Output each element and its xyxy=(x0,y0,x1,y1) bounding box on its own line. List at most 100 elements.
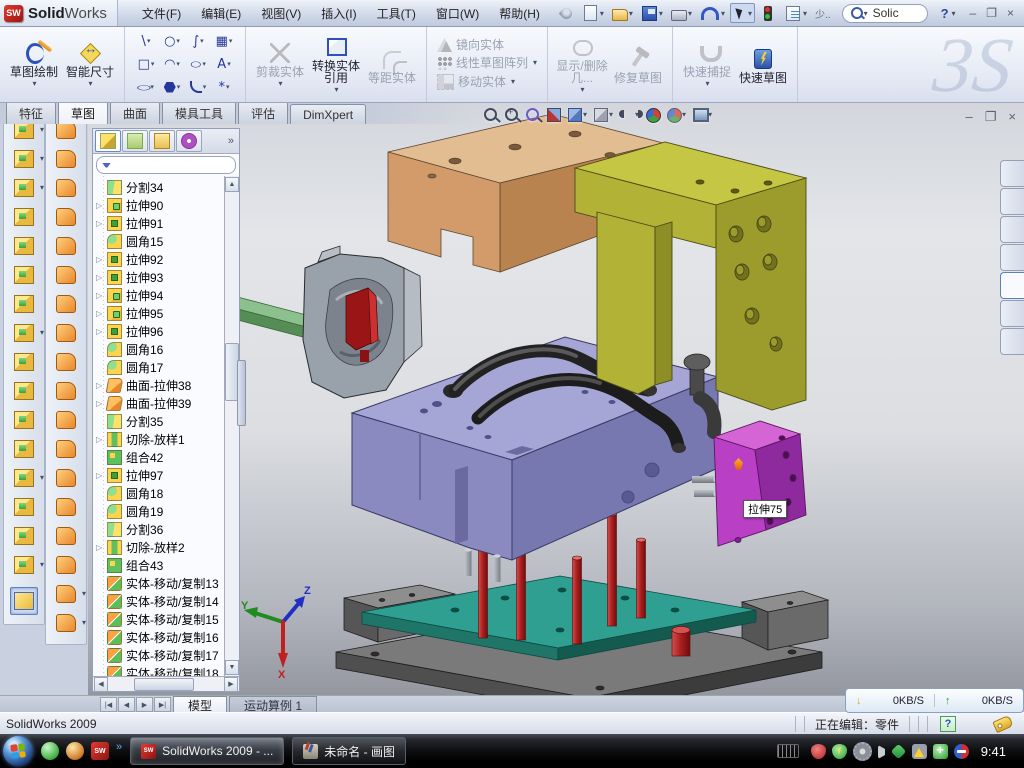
tray-antivirus-green-icon[interactable] xyxy=(832,744,847,759)
display-delete-relations-button[interactable]: 显示/删除几...▾ xyxy=(554,32,610,97)
tree-item[interactable]: ▷ 拉伸97 xyxy=(95,466,224,484)
surface-tool-button[interactable] xyxy=(52,435,80,463)
menu-item[interactable]: 窗口(W) xyxy=(426,2,489,25)
task-pane-tab[interactable] xyxy=(1000,272,1024,299)
tree-item[interactable]: ▷ 组合42 xyxy=(95,448,224,466)
linear-sketch-pattern-button[interactable]: 线性草图阵列▾ xyxy=(433,54,541,72)
scroll-down-button[interactable]: ▼ xyxy=(225,660,239,675)
pin-button[interactable] xyxy=(556,4,577,23)
tree-item[interactable]: ▷ 拉伸90 xyxy=(95,196,224,214)
panel-tabs-overflow[interactable]: » xyxy=(228,135,237,147)
tree-item[interactable]: ▷ 曲面-拉伸39 xyxy=(95,394,224,412)
menu-item[interactable]: 帮助(H) xyxy=(489,2,550,25)
doc-minimize-button[interactable]: – xyxy=(966,109,973,125)
menu-item[interactable]: 视图(V) xyxy=(251,2,311,25)
expand-arrow-icon[interactable]: ▷ xyxy=(96,309,105,318)
feature-tool-button[interactable] xyxy=(10,203,38,231)
tree-item[interactable]: ▷ 实体-移动/复制17 xyxy=(95,646,224,664)
tray-settings-icon[interactable] xyxy=(853,742,872,761)
sketch-entity-button[interactable]: \▾ xyxy=(133,30,159,53)
surface-tool-button[interactable] xyxy=(52,203,80,231)
task-pane-tab[interactable] xyxy=(1000,188,1024,215)
tree-item[interactable]: ▷ 圆角15 xyxy=(95,232,224,250)
feature-tool-button[interactable] xyxy=(10,377,38,405)
quick-tips-icon[interactable]: ? xyxy=(940,716,956,732)
surface-tool-button[interactable]: ▾ xyxy=(52,609,80,637)
quick-snaps-button[interactable]: 快速捕捉▾ xyxy=(679,38,735,91)
quicklaunch-app-icon[interactable] xyxy=(66,742,84,760)
tree-item[interactable]: ▷ 圆角17 xyxy=(95,358,224,376)
menu-item[interactable]: 插入(I) xyxy=(311,2,366,25)
tree-item[interactable]: ▷ 实体-移动/复制16 xyxy=(95,628,224,646)
display-style-icon[interactable]: ▾ xyxy=(593,107,613,122)
surface-tool-button[interactable] xyxy=(52,319,80,347)
tree-item[interactable]: ▷ 实体-移动/复制15 xyxy=(95,610,224,628)
task-pane-tab[interactable] xyxy=(1000,300,1024,327)
sketch-entity-button[interactable]: *▾ xyxy=(211,76,237,99)
surface-tool-button[interactable] xyxy=(52,551,80,579)
feature-tool-button[interactable] xyxy=(10,348,38,376)
tree-item[interactable]: ▷ 拉伸93 xyxy=(95,268,224,286)
expand-arrow-icon[interactable]: ▷ xyxy=(96,543,105,552)
print-button[interactable]: ▾ xyxy=(668,4,695,23)
tree-item[interactable]: ▷ 拉伸94 xyxy=(95,286,224,304)
view-settings-icon[interactable]: ▾ xyxy=(666,107,686,122)
instant3d-button[interactable] xyxy=(10,587,38,615)
surface-tool-button[interactable] xyxy=(52,174,80,202)
tree-filter-box[interactable] xyxy=(96,156,236,174)
scroll-left-button[interactable]: ◀ xyxy=(94,677,108,692)
feature-tool-button[interactable] xyxy=(10,406,38,434)
next-tab-button[interactable]: ▶ xyxy=(136,697,153,712)
move-entities-button[interactable]: 移动实体▾ xyxy=(433,72,519,92)
tree-item[interactable]: ▷ 拉伸96 xyxy=(95,322,224,340)
trim-entities-button[interactable]: 剪裁实体▾ xyxy=(252,38,308,91)
expand-arrow-icon[interactable]: ▷ xyxy=(96,201,105,210)
feature-tool-button[interactable] xyxy=(10,290,38,318)
quicklaunch-overflow[interactable]: » xyxy=(116,741,122,753)
camera-view-icon[interactable]: ▾ xyxy=(692,107,712,122)
tree-vertical-scrollbar[interactable]: ▲ ▼ xyxy=(224,176,239,676)
feature-tool-button[interactable]: ▾ xyxy=(10,464,38,492)
hide-show-items-icon[interactable]: ▾ xyxy=(619,107,639,122)
tree-item[interactable]: ▷ 分割34 xyxy=(95,178,224,196)
minimize-button[interactable]: – xyxy=(970,6,977,20)
dimxpertmanager-tab[interactable] xyxy=(176,130,202,152)
feature-tool-button[interactable]: ▾ xyxy=(10,319,38,347)
sketch-entity-button[interactable]: ∫▾ xyxy=(185,30,211,53)
new-document-button[interactable]: ▾ xyxy=(579,3,607,23)
first-tab-button[interactable]: |◀ xyxy=(100,697,117,712)
tray-volume-icon[interactable] xyxy=(878,745,885,759)
quicklaunch-solidworks-icon[interactable]: SW xyxy=(91,742,109,760)
surface-tool-button[interactable] xyxy=(52,493,80,521)
magnified-selection-icon[interactable] xyxy=(525,107,540,122)
configurationmanager-tab[interactable] xyxy=(149,130,175,152)
scroll-right-button[interactable]: ▶ xyxy=(224,677,238,692)
tree-item[interactable]: ▷ 分割36 xyxy=(95,520,224,538)
prev-tab-button[interactable]: ◀ xyxy=(118,697,135,712)
featuremanager-tab[interactable] xyxy=(95,130,121,152)
repair-sketch-button[interactable]: 修复草图 xyxy=(610,44,666,85)
undo-button[interactable]: ▾ xyxy=(697,2,728,25)
tree-item[interactable]: ▷ 实体-移动/复制18 xyxy=(95,664,224,676)
section-view-icon[interactable] xyxy=(546,107,561,122)
panel-splitter[interactable] xyxy=(237,360,246,426)
expand-arrow-icon[interactable]: ▷ xyxy=(96,273,105,282)
expand-arrow-icon[interactable]: ▷ xyxy=(96,471,105,480)
tree-item[interactable]: ▷ 分割35 xyxy=(95,412,224,430)
mirror-entities-button[interactable]: 镜向实体 xyxy=(433,36,508,54)
expand-arrow-icon[interactable]: ▷ xyxy=(96,219,105,228)
menu-item[interactable]: 工具(T) xyxy=(367,2,426,25)
feature-tool-button[interactable] xyxy=(10,493,38,521)
zoom-fit-icon[interactable] xyxy=(483,107,498,122)
sketch-entity-button[interactable]: ○▾ xyxy=(159,30,185,53)
expand-arrow-icon[interactable]: ▷ xyxy=(96,399,105,408)
surface-tool-button[interactable]: ▾ xyxy=(52,580,80,608)
task-pane-tab[interactable] xyxy=(1000,216,1024,243)
part-side-block[interactable] xyxy=(714,421,806,546)
surface-tool-button[interactable] xyxy=(52,464,80,492)
close-button[interactable]: × xyxy=(1007,6,1014,20)
tree-item[interactable]: ▷ 组合43 xyxy=(95,556,224,574)
task-pane-tab[interactable] xyxy=(1000,244,1024,271)
sketch-entity-button[interactable]: A▾ xyxy=(211,53,237,76)
surface-tool-button[interactable] xyxy=(52,406,80,434)
